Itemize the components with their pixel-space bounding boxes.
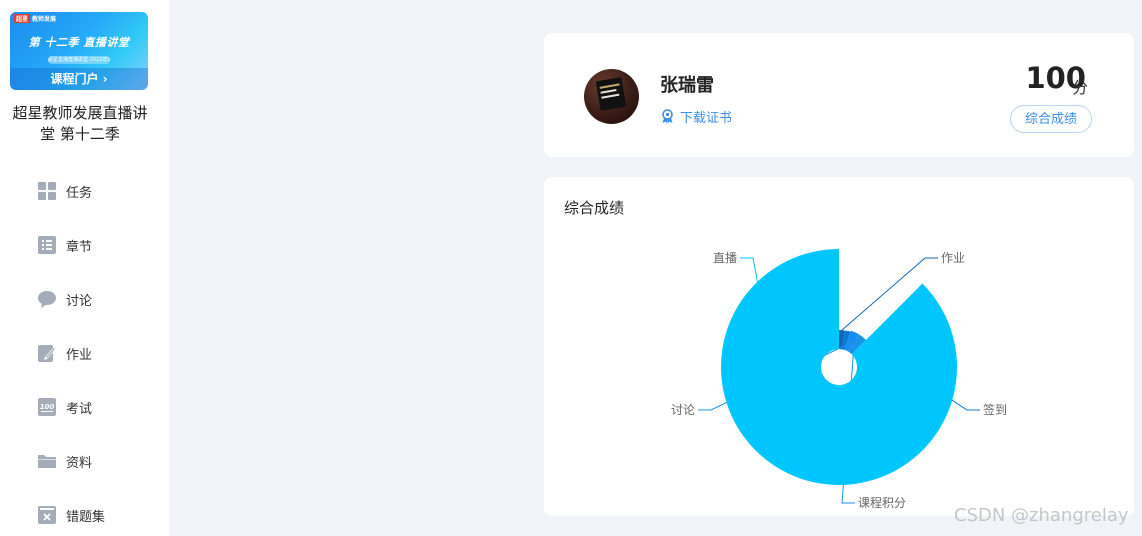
sidebar-item-exam[interactable]: 100 考试 [38,397,92,417]
sidebar-item-label: 错题集 [66,509,106,525]
cover-brand: 超星 教师发展 [14,14,56,23]
sidebar-item-tasks[interactable]: 任务 [38,181,92,201]
wrong-box-icon [38,506,56,524]
pencil-note-icon [38,344,56,362]
sidebar-item-label: 考试 [66,401,93,417]
score-100-icon: 100 [38,398,56,416]
overall-score-button[interactable]: 综合成绩 [1010,105,1092,133]
sidebar-item-label: 任务 [66,185,93,201]
chat-bubble-icon [38,290,56,308]
slice-label: 讨论 [671,403,695,417]
slice-label: 直播 [713,251,737,265]
sidebar-item-label: 作业 [66,347,93,363]
sidebar-item-materials[interactable]: 资料 [38,451,92,471]
download-certificate-link[interactable]: 下载证书 [660,107,732,126]
list-icon [38,236,56,254]
pie-slice[interactable] [721,249,957,485]
course-portal-link[interactable]: 课程门户 › [10,68,148,90]
sidebar-item-wrong-questions[interactable]: 错题集 [38,505,105,525]
sidebar-item-discussion[interactable]: 讨论 [38,289,92,309]
watermark: CSDN @zhangrelay [954,505,1129,526]
avatar [584,69,639,124]
cover-season-title: 第 十二季 直播讲堂 [28,36,130,49]
sidebar-item-label: 讨论 [66,293,93,309]
sidebar-item-label: 资料 [66,455,93,471]
certificate-ribbon-icon [662,109,673,124]
cover-brand-text: 教师发展 [32,16,57,23]
sidebar-item-chapters[interactable]: 章节 [38,235,92,255]
brand-logo: 超星 [14,14,31,23]
user-name: 张瑞雷 [660,75,714,96]
slice-label: 作业 [941,251,965,265]
course-title: 超星教师发展直播讲堂 第十二季 [12,104,148,143]
slice-label: 课程积分 [858,495,906,510]
profile-card: 张瑞雷 下载证书 100 分 综合成绩 [544,33,1134,157]
grid-icon [38,182,56,200]
svg-text:100: 100 [40,403,55,411]
sidebar: 超星 教师发展 第 十二季 直播讲堂 超星直播直播讲堂·2022年5月 课程门户 … [0,0,169,536]
course-cover-banner[interactable]: 超星 教师发展 第 十二季 直播讲堂 超星直播直播讲堂·2022年5月 课程门户 … [10,12,148,90]
score-chart-card: 综合成绩 作业 签到 课程积分 讨论 直播 [544,177,1134,516]
folder-icon [38,452,56,470]
score-unit: 分 [1071,78,1088,97]
cover-subtitle-pill: 超星直播直播讲堂·2022年5月 [48,56,110,64]
sidebar-item-homework[interactable]: 作业 [38,343,92,363]
slice-label: 签到 [983,402,1007,417]
rose-pie-chart: 作业签到课程积分 讨论 直播 [671,249,1007,510]
sidebar-item-label: 章节 [66,239,93,255]
certificate-link-label: 下载证书 [680,111,733,126]
